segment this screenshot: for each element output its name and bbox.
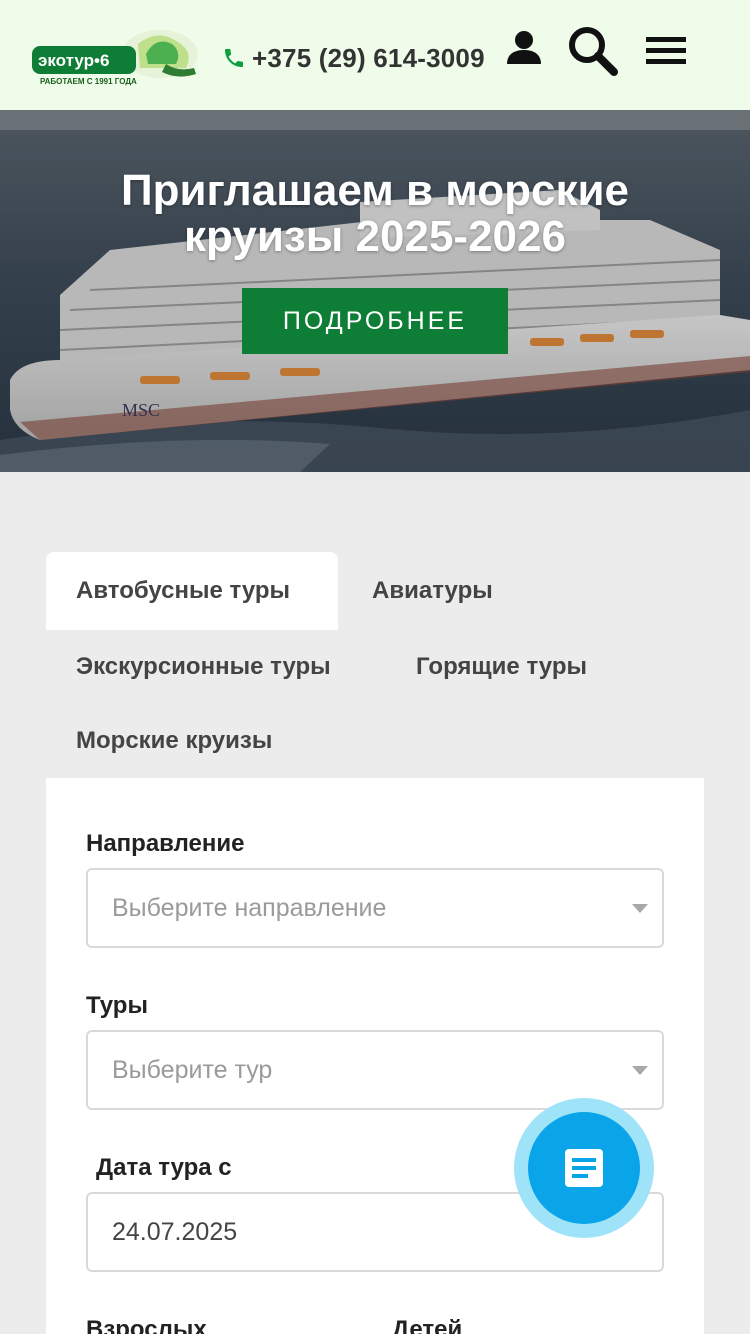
user-icon[interactable] [504, 28, 544, 68]
direction-select[interactable]: Выберите направление [86, 868, 664, 948]
tour-search-form: Направление Выберите направление Туры Вы… [46, 778, 704, 1334]
tour-type-tabs: Автобусные туры Авиатуры Экскурсионные т… [46, 552, 704, 778]
tab-air-tours[interactable]: Авиатуры [372, 552, 493, 630]
search-icon[interactable] [566, 24, 618, 76]
date-from-label: Дата тура с [96, 1154, 232, 1181]
date-from-value: 24.07.2025 [112, 1217, 238, 1246]
chevron-down-icon [632, 904, 648, 913]
tours-placeholder: Выберите тур [112, 1055, 273, 1084]
logo-text: экотур•6 [38, 51, 109, 70]
tab-sea-cruises[interactable]: Морские круизы [76, 702, 272, 780]
direction-label: Направление [86, 830, 245, 857]
tab-bus-tours[interactable]: Автобусные туры [46, 552, 338, 630]
chevron-down-icon [632, 1066, 648, 1075]
adults-label: Взрослых [86, 1316, 207, 1334]
direction-placeholder: Выберите направление [112, 893, 387, 922]
hero-title: Приглашаем в морские круизы 2025-2026 [40, 168, 710, 260]
more-details-button[interactable]: ПОДРОБНЕЕ [242, 288, 508, 354]
chat-icon [565, 1149, 603, 1187]
tab-hot-tours[interactable]: Горящие туры [416, 628, 587, 706]
site-header: экотур•6 РАБОТАЕМ С 1991 ГОДА +375 (29) … [0, 0, 750, 110]
hero-banner: MSC Приглашаем в морские круизы 2025-202… [0, 110, 750, 472]
hero-title-line2: круизы 2025-2026 [184, 212, 566, 261]
chat-button[interactable] [528, 1112, 640, 1224]
logo-tagline: РАБОТАЕМ С 1991 ГОДА [40, 77, 137, 86]
phone-number[interactable]: +375 (29) 614-3009 [252, 43, 485, 74]
tab-excursion-tours[interactable]: Экскурсионные туры [76, 628, 331, 706]
menu-icon[interactable] [644, 34, 688, 68]
phone-icon [225, 49, 243, 67]
hero-title-line1: Приглашаем в морские [120, 166, 630, 215]
tours-label: Туры [86, 992, 148, 1019]
logo[interactable]: экотур•6 РАБОТАЕМ С 1991 ГОДА [28, 24, 204, 90]
phone-link[interactable]: +375 (29) 614-3009 [222, 38, 485, 78]
children-label: Детей [392, 1316, 463, 1334]
